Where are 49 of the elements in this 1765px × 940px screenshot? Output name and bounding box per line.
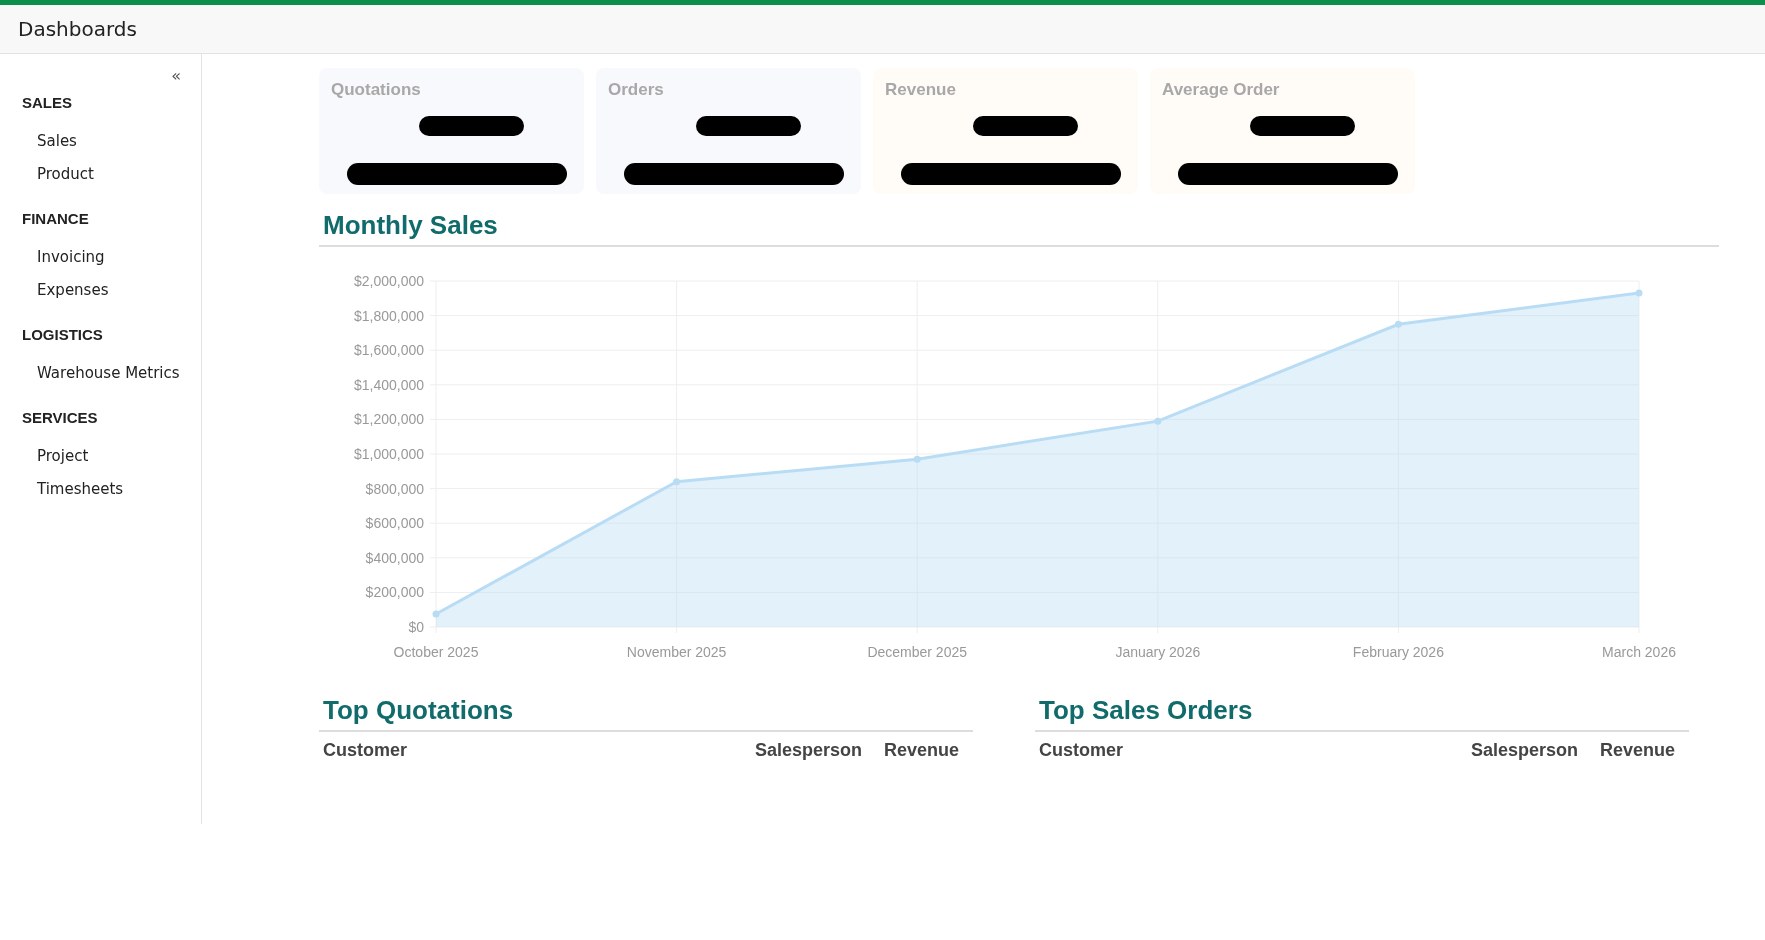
sidebar-item[interactable]: Invoicing (0, 247, 201, 267)
x-axis-label: November 2025 (626, 644, 727, 660)
x-axis-label: March 2026 (1602, 644, 1676, 660)
column-header: Customer (1039, 740, 1124, 761)
sidebar-section-heading: SALES (21, 93, 73, 113)
y-axis-label: $1,800,000 (353, 307, 424, 324)
y-axis-label: $1,400,000 (353, 376, 424, 393)
y-axis-label: $2,000,000 (353, 273, 424, 289)
section-title: Top Quotations (319, 695, 973, 732)
y-axis-label: $600,000 (365, 515, 424, 532)
sidebar-item[interactable]: Warehouse Metrics (0, 363, 201, 383)
column-header: Revenue (883, 740, 959, 761)
data-point (432, 610, 440, 618)
y-axis-label: $1,200,000 (353, 411, 424, 428)
kpi-title: Revenue (885, 80, 957, 100)
y-axis-label: $400,000 (365, 549, 424, 566)
section-title: Monthly Sales (319, 210, 1719, 247)
column-header: Customer (323, 740, 408, 761)
section-title: Top Sales Orders (1035, 695, 1689, 732)
y-axis-label: $200,000 (365, 584, 424, 601)
sidebar-section-heading: LOGISTICS (21, 325, 104, 345)
x-axis-label: February 2026 (1352, 644, 1444, 660)
collapse-sidebar-button[interactable]: « (169, 66, 183, 85)
data-point (1635, 289, 1643, 297)
sidebar-section-heading: FINANCE (21, 209, 90, 229)
sidebar-item[interactable]: Timesheets (0, 479, 201, 499)
sidebar-item[interactable]: Product (0, 164, 201, 184)
y-axis-label: $800,000 (365, 480, 424, 497)
sidebar-item[interactable]: Sales (0, 131, 201, 151)
y-axis-label: $1,600,000 (353, 342, 424, 359)
kpi-title: Quotations (331, 80, 422, 100)
sidebar-item[interactable]: Project (0, 446, 201, 466)
y-axis-label: $1,000,000 (353, 446, 424, 462)
sidebar-item[interactable]: Expenses (0, 280, 201, 300)
sidebar-section-heading: SERVICES (21, 408, 99, 428)
data-point (1154, 417, 1162, 425)
column-header: Revenue (1599, 740, 1675, 761)
x-axis-label: January 2026 (1115, 644, 1201, 660)
data-point (673, 478, 681, 486)
kpi-title: Orders (608, 80, 665, 100)
column-header: Salesperson (1470, 740, 1578, 761)
y-axis-label: $0 (408, 619, 424, 635)
data-point (1394, 320, 1402, 328)
column-header: Salesperson (754, 740, 862, 761)
page-title: Dashboards (18, 17, 137, 41)
x-axis-label: December 2025 (867, 644, 967, 660)
kpi-title: Average Order (1162, 80, 1281, 100)
data-point (913, 455, 921, 463)
x-axis-label: October 2025 (393, 644, 479, 660)
